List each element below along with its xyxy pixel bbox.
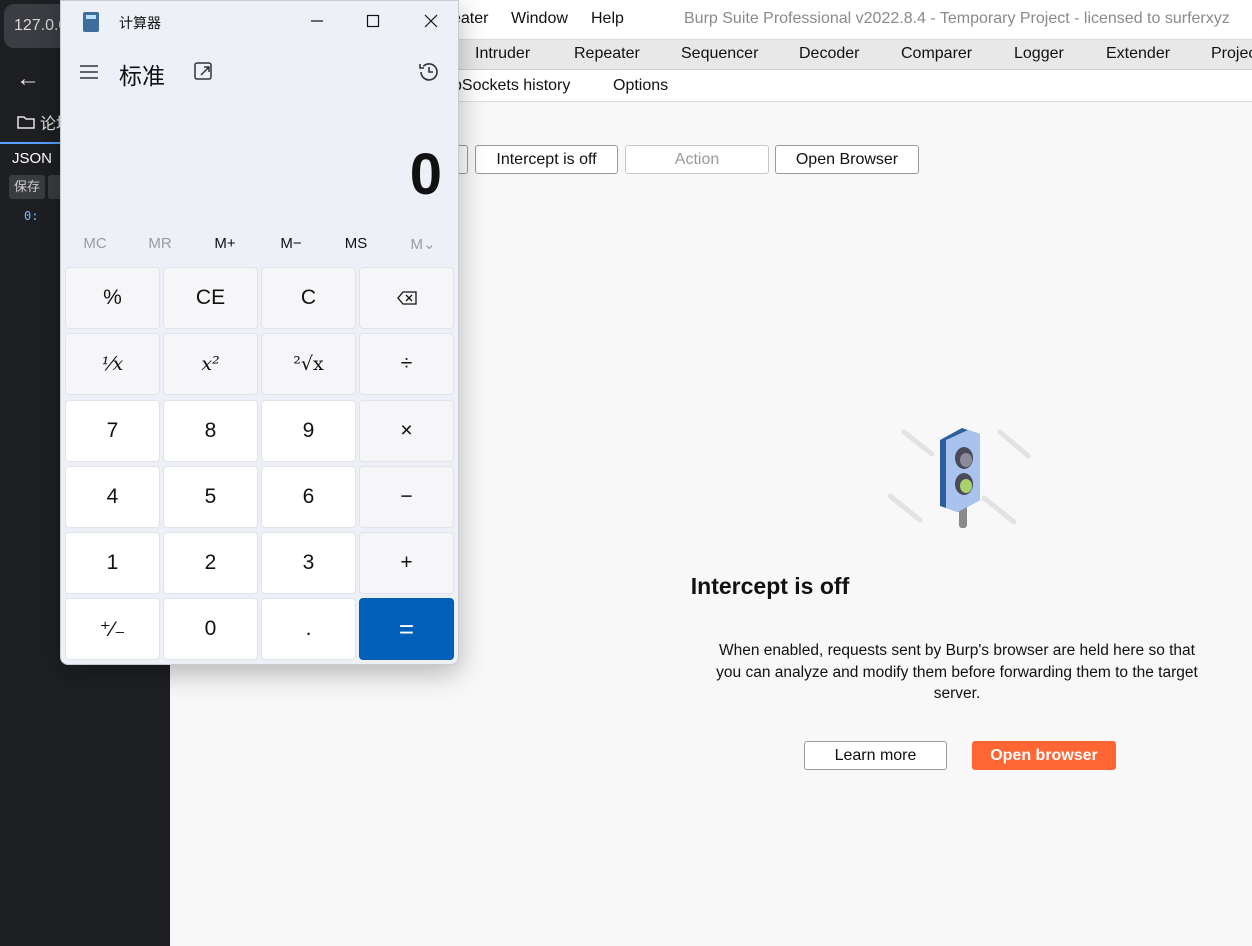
memory-clear-button[interactable]: MC — [65, 235, 125, 252]
multiply-button[interactable]: × — [359, 400, 454, 462]
digit-8-button[interactable]: 8 — [163, 400, 258, 462]
calculator-display: 0 — [409, 142, 442, 207]
keep-on-top-icon[interactable] — [193, 61, 215, 83]
digit-7-button[interactable]: 7 — [65, 400, 160, 462]
memory-recall-button[interactable]: MR — [130, 235, 190, 252]
backspace-icon — [396, 291, 417, 305]
reciprocal-button[interactable]: ⅟x — [65, 333, 160, 395]
intercept-toggle-button[interactable]: Intercept is off — [475, 145, 618, 174]
digit-6-button[interactable]: 6 — [261, 466, 356, 528]
history-icon[interactable] — [417, 60, 441, 84]
calculator-app-icon — [83, 12, 99, 32]
calculator-mode-title: 标准 — [119, 64, 165, 90]
tab-websockets-history[interactable]: bSockets history — [453, 77, 570, 95]
maximize-icon — [366, 14, 380, 28]
digit-5-button[interactable]: 5 — [163, 466, 258, 528]
negate-button[interactable]: ⁺∕₋ — [65, 598, 160, 660]
learn-more-button[interactable]: Learn more — [804, 741, 947, 770]
memory-subtract-button[interactable]: M− — [261, 235, 321, 252]
clear-button[interactable]: C — [261, 267, 356, 329]
tab-extender[interactable]: Extender — [1106, 45, 1170, 63]
tab-logger[interactable]: Logger — [1014, 45, 1064, 63]
tab-repeater[interactable]: Repeater — [574, 45, 640, 63]
add-button[interactable]: + — [359, 532, 454, 594]
tab-json[interactable]: JSON — [0, 142, 60, 170]
digit-3-button[interactable]: 3 — [261, 532, 356, 594]
tab-options[interactable]: Options — [613, 77, 668, 95]
calculator-window: 计算器 标准 0 MC MR M+ M− MS M⌄ % CE C ⅟x x² … — [60, 0, 459, 665]
open-browser-cta-button[interactable]: Open browser — [972, 741, 1116, 770]
hamburger-menu-icon[interactable] — [79, 63, 99, 81]
window-title: Burp Suite Professional v2022.8.4 - Temp… — [684, 10, 1230, 27]
divide-button[interactable]: ÷ — [359, 333, 454, 395]
digit-4-button[interactable]: 4 — [65, 466, 160, 528]
calculator-title: 计算器 — [119, 16, 161, 32]
digit-0-button[interactable]: 0 — [163, 598, 258, 660]
square-root-button[interactable]: ²√x — [261, 333, 356, 395]
tab-comparer[interactable]: Comparer — [901, 45, 972, 63]
minimize-button[interactable] — [297, 7, 337, 35]
memory-list-button[interactable]: M⌄ — [393, 235, 453, 253]
memory-add-button[interactable]: M+ — [195, 235, 255, 252]
save-button[interactable]: 保存 — [9, 175, 45, 199]
percent-button[interactable]: % — [65, 267, 160, 329]
close-button[interactable] — [411, 7, 451, 35]
digit-9-button[interactable]: 9 — [261, 400, 356, 462]
menu-window[interactable]: Window — [511, 10, 568, 28]
clear-entry-button[interactable]: CE — [163, 267, 258, 329]
tab-sequencer[interactable]: Sequencer — [681, 45, 758, 63]
open-browser-button[interactable]: Open Browser — [775, 145, 919, 174]
tab-intruder[interactable]: Intruder — [475, 45, 530, 63]
traffic-light-icon — [887, 428, 1031, 528]
menu-help[interactable]: Help — [591, 10, 624, 28]
square-button[interactable]: x² — [163, 333, 258, 395]
digit-2-button[interactable]: 2 — [163, 532, 258, 594]
tab-project[interactable]: Projec — [1211, 45, 1252, 63]
close-icon — [424, 14, 438, 28]
digit-1-button[interactable]: 1 — [65, 532, 160, 594]
tab-decoder[interactable]: Decoder — [799, 45, 859, 63]
backspace-button[interactable] — [359, 267, 454, 329]
empty-state-title: Intercept is off — [690, 573, 850, 599]
action-button[interactable]: Action — [625, 145, 769, 174]
maximize-button[interactable] — [353, 7, 393, 35]
memory-store-button[interactable]: MS — [326, 235, 386, 252]
json-line: 0: — [24, 209, 39, 223]
equals-button[interactable]: = — [359, 598, 454, 660]
decimal-button[interactable]: . — [261, 598, 356, 660]
empty-state-description: When enabled, requests sent by Burp's br… — [716, 642, 1198, 702]
back-arrow-icon[interactable]: ← — [16, 64, 46, 94]
minimize-icon — [311, 20, 323, 22]
subtract-button[interactable]: − — [359, 466, 454, 528]
folder-icon — [17, 116, 35, 129]
